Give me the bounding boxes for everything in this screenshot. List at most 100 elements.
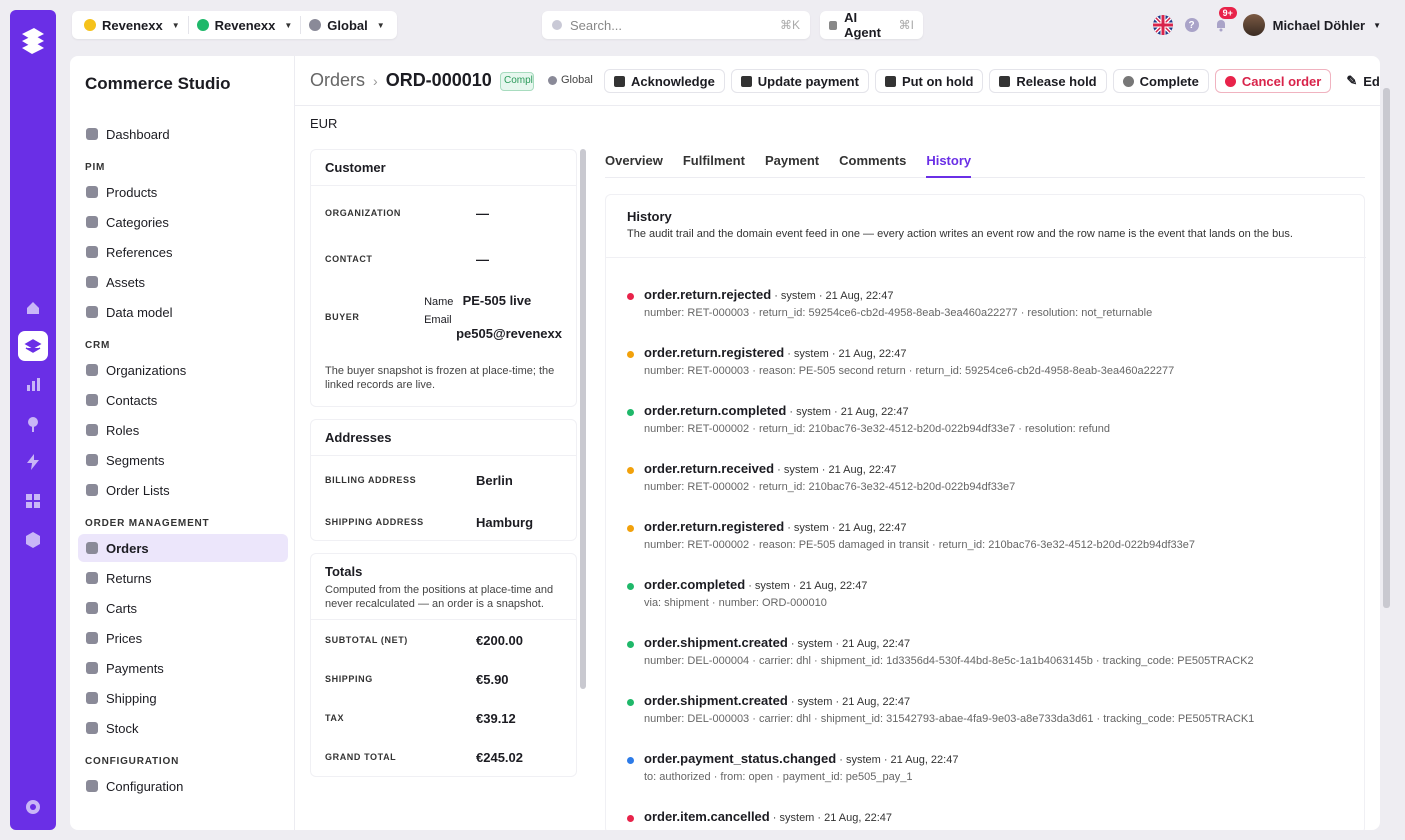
event-meta: · system · 21 Aug, 22:47 [787,696,911,708]
tab-history[interactable]: History [926,146,972,178]
release-hold-button[interactable]: Release hold [989,69,1107,93]
sidebar-item-prices[interactable]: Prices [78,624,288,652]
app-rail [10,10,56,830]
event-name[interactable]: order.payment_status.changed [644,751,836,766]
history-subtitle: The audit trail and the domain event fee… [627,228,1293,240]
ai-agent-button[interactable]: AI Agent ⌘I [820,10,923,40]
event-name[interactable]: order.return.completed [644,403,786,418]
return-icon [86,572,98,584]
left-panel-scrollbar[interactable] [580,149,586,689]
sidebar-item-returns[interactable]: Returns [78,564,288,592]
sidebar-item-stock[interactable]: Stock [78,714,288,742]
addresses-title: Addresses [311,420,576,456]
tax-row: TAX €39.12 [325,710,516,726]
tag-icon [86,632,98,644]
event-name[interactable]: order.completed [644,577,745,592]
event-name[interactable]: order.return.rejected [644,287,771,302]
sidebar-item-categories[interactable]: Categories [78,208,288,236]
sidebar-item-references[interactable]: References [78,238,288,266]
event-detail: number: RET-000002 · return_id: 210bac76… [644,423,1110,435]
sidebar-item-configuration[interactable]: Configuration [78,772,288,800]
globe-icon [309,19,322,31]
event-title: order.return.completed · system · 21 Aug… [644,403,909,418]
totals-card: Totals Computed from the positions at pl… [310,553,577,777]
channel-selector[interactable]: Revenexx ▼ [193,14,297,36]
search-icon [552,20,562,30]
buyer-note: The buyer snapshot is frozen at place-ti… [325,365,555,391]
event-name[interactable]: order.shipment.created [644,635,788,650]
sidebar-item-contacts[interactable]: Contacts [78,386,288,414]
chevron-down-icon: ▼ [171,20,180,30]
sidebar-item-products[interactable]: Products [78,178,288,206]
pin-icon[interactable] [18,409,48,439]
tab-comments[interactable]: Comments [839,146,906,178]
layers-icon[interactable] [18,331,48,361]
image-icon [86,276,98,288]
sidebar-item-data-model[interactable]: Data model [78,298,288,326]
update-payment-button[interactable]: Update payment [730,69,869,93]
complete-button[interactable]: Complete [1112,69,1209,93]
buyer-email[interactable]: pe505@revenexx [456,326,562,341]
event-name[interactable]: order.shipment.created [644,693,788,708]
put-on-hold-button[interactable]: Put on hold [874,69,984,93]
event-detail: number: RET-000002 · reason: PE-505 dama… [644,539,1195,551]
close-circle-icon [1224,75,1236,87]
cube-icon[interactable] [18,525,48,555]
event-name[interactable]: order.return.registered [644,345,784,360]
apps-icon[interactable] [18,486,48,516]
billing-address-row: BILLING ADDRESS Berlin [325,472,513,488]
home-icon[interactable] [18,293,48,323]
app-logo-icon[interactable] [20,26,46,58]
user-menu[interactable]: Michael Döhler ▼ [1242,14,1381,36]
tab-payment[interactable]: Payment [765,146,819,178]
sidebar-item-roles[interactable]: Roles [78,416,288,444]
org-selector[interactable]: Revenexx ▼ [80,14,184,36]
bookmark-icon [86,484,98,496]
bell-icon[interactable]: 9+ [1211,7,1237,35]
edit-button[interactable]: ✎Edit [1337,69,1380,93]
order-actions: Acknowledge Update payment Put on hold R… [604,69,1380,93]
scope-badge: Global [548,74,593,86]
event-name[interactable]: order.item.cancelled [644,809,770,824]
event-name[interactable]: order.return.received [644,461,774,476]
shield-icon [86,424,98,436]
event-name[interactable]: order.return.registered [644,519,784,534]
sidebar-item-payments[interactable]: Payments [78,654,288,682]
event-title: order.return.received · system · 21 Aug,… [644,461,896,476]
sidebar-item-segments[interactable]: Segments [78,446,288,474]
acknowledge-button[interactable]: Acknowledge [604,69,725,93]
organization-row: ORGANIZATION — [325,205,489,221]
event-meta: · system · 21 Aug, 22:47 [784,522,907,534]
uk-flag-icon[interactable] [1152,15,1173,35]
avatar [1242,14,1265,36]
sidebar-nav: Dashboard PIM Products Categories Refere… [78,118,288,800]
page-scrollbar[interactable] [1383,88,1390,608]
check-circle-icon [1122,75,1134,87]
sidebar-item-order-lists[interactable]: Order Lists [78,476,288,504]
sidebar-item-carts[interactable]: Carts [78,594,288,622]
status-dot-icon [627,409,634,416]
status-dot-icon [627,351,634,358]
order-summary-panel: Customer ORGANIZATION — CONTACT — BUYER Na… [310,149,577,829]
sidebar-item-assets[interactable]: Assets [78,268,288,296]
sidebar-item-organizations[interactable]: Organizations [78,356,288,384]
settings-icon[interactable] [18,792,48,822]
tab-fulfilment[interactable]: Fulfilment [683,146,745,178]
chart-icon[interactable] [18,370,48,400]
bolt-icon[interactable] [18,447,48,477]
event-title: order.return.rejected · system · 21 Aug,… [644,287,893,302]
page-title: ORD-000010 [385,70,492,90]
currency-label: EUR [310,116,338,131]
help-icon[interactable]: ? [1184,18,1199,32]
sidebar-item-shipping[interactable]: Shipping [78,684,288,712]
search-input[interactable]: Search... ⌘K [542,11,810,39]
buyer-email-label: Email [424,314,452,326]
cancel-order-button[interactable]: Cancel order [1214,69,1332,93]
tab-overview[interactable]: Overview [605,146,663,178]
sidebar-item-orders[interactable]: Orders [78,534,288,562]
sidebar-item-dashboard[interactable]: Dashboard [78,120,288,148]
scope-selector[interactable]: Global ▼ [305,14,388,36]
section-title-crm: CRM [85,340,111,351]
breadcrumb-orders[interactable]: Orders [310,70,365,91]
credit-card-icon [740,75,752,87]
